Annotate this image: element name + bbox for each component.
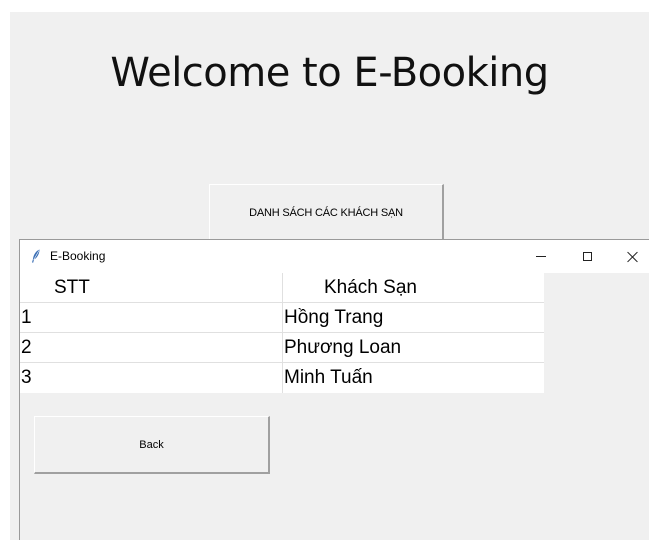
close-button[interactable] (610, 240, 649, 273)
table-row[interactable]: 2 Phương Loan (20, 333, 544, 363)
popup-window: E-Booking STT Khách Sạn 1 Hồng Trang 2 P… (19, 239, 649, 540)
header-hotel[interactable]: Khách Sạn (283, 273, 544, 302)
minimize-icon (536, 256, 546, 257)
table-cell-hotel: Hồng Trang (284, 306, 384, 328)
table-cell-hotel: Minh Tuấn (284, 367, 373, 388)
header-stt[interactable]: STT (20, 273, 283, 302)
table-row[interactable]: 3 Minh Tuấn (20, 363, 544, 393)
title-bar[interactable]: E-Booking (20, 240, 649, 273)
table-header-row: STT Khách Sạn (20, 273, 544, 303)
table-cell-stt: 1 (20, 303, 283, 332)
feather-icon (32, 249, 40, 263)
maximize-button[interactable] (564, 240, 610, 273)
hotel-table: STT Khách Sạn 1 Hồng Trang 2 Phương Loan… (20, 273, 544, 393)
hotel-list-button[interactable]: DANH SÁCH CÁC KHÁCH SẠN (209, 184, 444, 242)
desktop: Welcome to E-Booking DANH SÁCH CÁC KHÁCH… (0, 0, 649, 540)
table-cell-hotel: Phương Loan (284, 336, 402, 358)
close-icon (627, 251, 639, 263)
table-cell-stt: 3 (20, 363, 283, 393)
welcome-heading: Welcome to E-Booking (110, 50, 549, 96)
window-title: E-Booking (50, 249, 106, 263)
back-button[interactable]: Back (34, 416, 270, 474)
table-cell-stt: 2 (20, 333, 283, 362)
table-row[interactable]: 1 Hồng Trang (20, 303, 544, 333)
minimize-button[interactable] (518, 240, 564, 273)
maximize-icon (582, 252, 592, 261)
